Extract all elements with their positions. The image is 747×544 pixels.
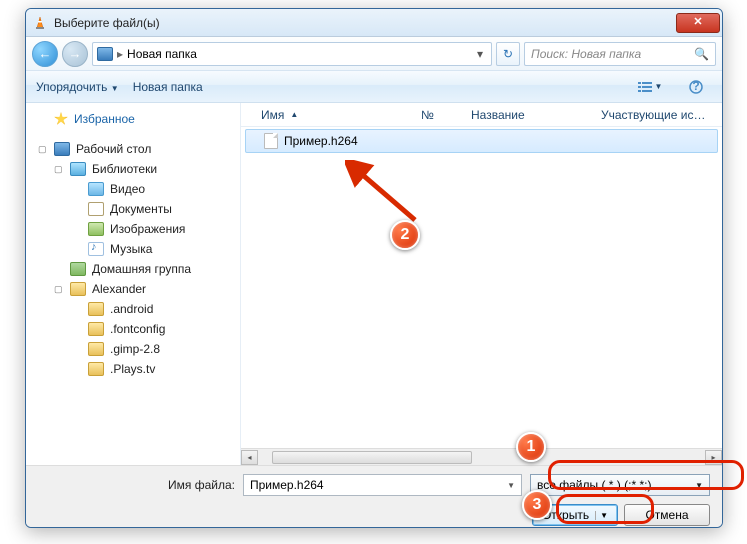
annotation-badge-2: 2 [390,220,420,250]
annotation-badge-3: 3 [522,490,552,520]
sidebar-music[interactable]: Музыка [32,239,240,259]
sidebar-folder-fontconfig[interactable]: .fontconfig [32,319,240,339]
new-folder-button[interactable]: Новая папка [133,80,203,94]
col-title[interactable]: Название [461,108,591,122]
filename-input[interactable]: Пример.h264 ▼ [243,474,522,496]
bottom-panel: Имя файла: Пример.h264 ▼ все файлы ( * )… [26,465,722,527]
help-button[interactable]: ? [680,76,712,98]
scroll-left-button[interactable]: ◂ [241,450,258,465]
sidebar-folder-gimp[interactable]: .gimp-2.8 [32,339,240,359]
vlc-icon [32,15,48,31]
organize-menu[interactable]: Упорядочить ▼ [36,80,119,94]
filetype-filter[interactable]: все файлы ( * ) (;*.*;) ▼ [530,474,710,496]
breadcrumb-sep: ▸ [117,47,123,61]
refresh-button[interactable]: ↻ [496,42,520,66]
computer-icon [97,47,113,61]
nav-forward-button[interactable]: → [62,41,88,67]
sidebar-video[interactable]: Видео [32,179,240,199]
folder-icon [88,322,104,336]
window-title: Выберите файл(ы) [54,16,676,30]
nav-back-button[interactable]: ← [32,41,58,67]
user-icon [70,282,86,296]
view-menu[interactable]: ▼ [634,76,666,98]
sidebar-homegroup[interactable]: Домашняя группа [32,259,240,279]
music-icon [88,242,104,256]
search-input[interactable]: Поиск: Новая папка 🔍 [524,42,716,66]
sidebar-libraries[interactable]: ▢Библиотеки [32,159,240,179]
desktop-icon [54,142,70,156]
file-dialog-window: Выберите файл(ы) ✕ ← → ▸ Новая папка ▾ ↻… [25,8,723,528]
breadcrumb-current[interactable]: Новая папка [127,47,197,61]
search-icon: 🔍 [694,47,709,61]
sidebar-pictures[interactable]: Изображения [32,219,240,239]
sidebar-tree: Избранное ▢Рабочий стол ▢Библиотеки Виде… [26,103,241,465]
video-icon [88,182,104,196]
dropdown-icon[interactable]: ▼ [507,481,515,490]
scroll-track[interactable] [258,450,705,465]
sidebar-folder-plays[interactable]: .Plays.tv [32,359,240,379]
column-headers: Имя▲ № Название Участвующие ис… [241,103,722,127]
file-name: Пример.h264 [284,134,358,148]
annotation-badge-1: 1 [516,432,546,462]
folder-icon [88,342,104,356]
col-contrib[interactable]: Участвующие ис… [591,108,715,122]
sidebar-user[interactable]: ▢Alexander [32,279,240,299]
col-number[interactable]: № [411,108,461,122]
folder-icon [88,302,104,316]
col-name[interactable]: Имя▲ [251,108,411,122]
scroll-right-button[interactable]: ▸ [705,450,722,465]
breadcrumb-bar[interactable]: ▸ Новая папка ▾ [92,42,492,66]
dialog-body: Избранное ▢Рабочий стол ▢Библиотеки Виде… [26,103,722,465]
scroll-thumb[interactable] [272,451,472,464]
sidebar-documents[interactable]: Документы [32,199,240,219]
toolbar: Упорядочить ▼ Новая папка ▼ ? [26,71,722,103]
documents-icon [88,202,104,216]
breadcrumb-dropdown-icon[interactable]: ▾ [473,47,487,61]
star-icon [54,112,68,126]
pictures-icon [88,222,104,236]
filter-value: все файлы ( * ) (;*.*;) [537,478,651,492]
filename-value: Пример.h264 [250,478,324,492]
cancel-button[interactable]: Отмена [624,504,710,526]
file-icon [264,133,278,149]
sidebar-favorites[interactable]: Избранное [32,109,240,129]
libraries-icon [70,162,86,176]
file-row-selected[interactable]: Пример.h264 [245,129,718,153]
sidebar-desktop[interactable]: ▢Рабочий стол [32,139,240,159]
search-placeholder: Поиск: Новая папка [531,47,641,61]
file-list[interactable]: Пример.h264 [241,127,722,448]
annotation-arrow [345,160,435,230]
homegroup-icon [70,262,86,276]
svg-text:?: ? [692,80,699,93]
sort-asc-icon: ▲ [290,110,298,119]
sidebar-folder-android[interactable]: .android [32,299,240,319]
folder-icon [88,362,104,376]
close-button[interactable]: ✕ [676,13,720,33]
horizontal-scrollbar[interactable]: ◂ ▸ [241,448,722,465]
navigation-bar: ← → ▸ Новая папка ▾ ↻ Поиск: Новая папка… [26,37,722,71]
filename-label: Имя файла: [168,478,235,492]
file-pane: Имя▲ № Название Участвующие ис… Пример.h… [241,103,722,465]
split-dropdown-icon[interactable]: ▼ [595,511,608,520]
titlebar: Выберите файл(ы) ✕ [26,9,722,37]
dropdown-icon[interactable]: ▼ [695,481,703,490]
